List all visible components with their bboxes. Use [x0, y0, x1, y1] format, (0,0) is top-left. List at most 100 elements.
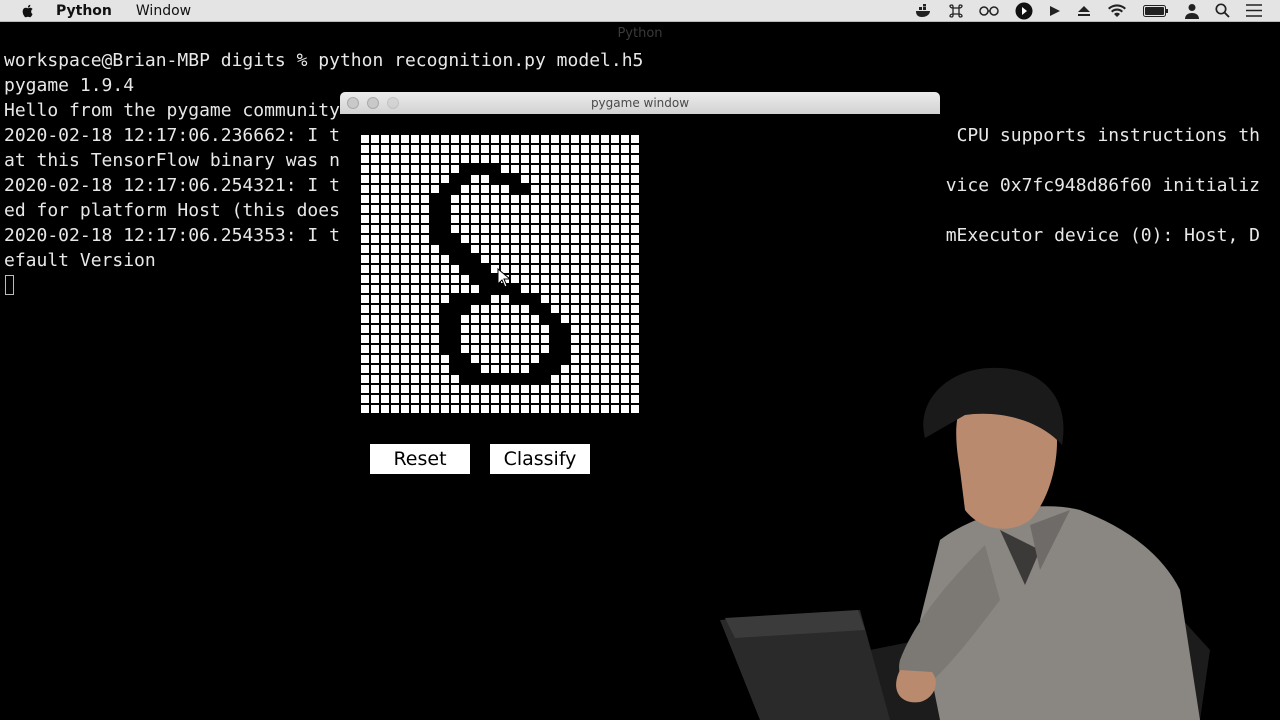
grid-cell[interactable]	[510, 384, 520, 394]
grid-cell[interactable]	[540, 384, 550, 394]
grid-cell[interactable]	[480, 164, 490, 174]
grid-cell[interactable]	[610, 274, 620, 284]
grid-cell[interactable]	[500, 204, 510, 214]
grid-cell[interactable]	[580, 174, 590, 184]
grid-cell[interactable]	[440, 184, 450, 194]
grid-cell[interactable]	[550, 254, 560, 264]
grid-cell[interactable]	[420, 314, 430, 324]
grid-cell[interactable]	[610, 324, 620, 334]
grid-cell[interactable]	[360, 144, 370, 154]
grid-cell[interactable]	[500, 404, 510, 414]
grid-cell[interactable]	[440, 344, 450, 354]
grid-cell[interactable]	[620, 184, 630, 194]
grid-cell[interactable]	[380, 214, 390, 224]
grid-cell[interactable]	[480, 404, 490, 414]
grid-cell[interactable]	[390, 384, 400, 394]
grid-cell[interactable]	[410, 224, 420, 234]
grid-cell[interactable]	[490, 394, 500, 404]
grid-cell[interactable]	[400, 234, 410, 244]
grid-cell[interactable]	[360, 364, 370, 374]
grid-cell[interactable]	[360, 344, 370, 354]
grid-cell[interactable]	[620, 384, 630, 394]
grid-cell[interactable]	[390, 184, 400, 194]
grid-cell[interactable]	[450, 214, 460, 224]
grid-cell[interactable]	[590, 334, 600, 344]
grid-cell[interactable]	[450, 134, 460, 144]
grid-cell[interactable]	[580, 384, 590, 394]
docker-icon[interactable]	[915, 3, 933, 18]
grid-cell[interactable]	[380, 164, 390, 174]
grid-cell[interactable]	[390, 324, 400, 334]
grid-cell[interactable]	[390, 314, 400, 324]
grid-cell[interactable]	[510, 144, 520, 154]
classify-button[interactable]: Classify	[490, 444, 590, 474]
grid-cell[interactable]	[440, 164, 450, 174]
grid-cell[interactable]	[630, 304, 640, 314]
grid-cell[interactable]	[440, 364, 450, 374]
grid-cell[interactable]	[500, 254, 510, 264]
grid-cell[interactable]	[400, 204, 410, 214]
grid-cell[interactable]	[590, 324, 600, 334]
grid-cell[interactable]	[360, 234, 370, 244]
grid-cell[interactable]	[530, 284, 540, 294]
grid-cell[interactable]	[620, 254, 630, 264]
grid-cell[interactable]	[570, 254, 580, 264]
grid-cell[interactable]	[460, 244, 470, 254]
grid-cell[interactable]	[370, 304, 380, 314]
grid-cell[interactable]	[610, 164, 620, 174]
grid-cell[interactable]	[550, 204, 560, 214]
grid-cell[interactable]	[380, 404, 390, 414]
grid-cell[interactable]	[510, 184, 520, 194]
grid-cell[interactable]	[460, 294, 470, 304]
grid-cell[interactable]	[630, 324, 640, 334]
grid-cell[interactable]	[410, 284, 420, 294]
grid-cell[interactable]	[540, 164, 550, 174]
grid-cell[interactable]	[430, 164, 440, 174]
grid-cell[interactable]	[500, 304, 510, 314]
grid-cell[interactable]	[530, 204, 540, 214]
grid-cell[interactable]	[380, 394, 390, 404]
grid-cell[interactable]	[400, 344, 410, 354]
grid-cell[interactable]	[620, 144, 630, 154]
grid-cell[interactable]	[380, 384, 390, 394]
grid-cell[interactable]	[440, 324, 450, 334]
grid-cell[interactable]	[630, 384, 640, 394]
grid-cell[interactable]	[480, 254, 490, 264]
grid-cell[interactable]	[600, 294, 610, 304]
grid-cell[interactable]	[470, 214, 480, 224]
grid-cell[interactable]	[390, 214, 400, 224]
grid-cell[interactable]	[420, 334, 430, 344]
grid-cell[interactable]	[370, 384, 380, 394]
grid-cell[interactable]	[570, 354, 580, 364]
grid-cell[interactable]	[600, 174, 610, 184]
grid-cell[interactable]	[550, 174, 560, 184]
grid-cell[interactable]	[530, 404, 540, 414]
grid-cell[interactable]	[580, 344, 590, 354]
grid-cell[interactable]	[500, 314, 510, 324]
grid-cell[interactable]	[530, 184, 540, 194]
grid-cell[interactable]	[490, 174, 500, 184]
grid-cell[interactable]	[410, 214, 420, 224]
grid-cell[interactable]	[580, 324, 590, 334]
grid-cell[interactable]	[520, 274, 530, 284]
grid-cell[interactable]	[370, 364, 380, 374]
grid-cell[interactable]	[610, 184, 620, 194]
grid-cell[interactable]	[390, 354, 400, 364]
grid-cell[interactable]	[380, 344, 390, 354]
grid-cell[interactable]	[460, 324, 470, 334]
grid-cell[interactable]	[510, 394, 520, 404]
grid-cell[interactable]	[540, 354, 550, 364]
grid-cell[interactable]	[470, 334, 480, 344]
grid-cell[interactable]	[570, 374, 580, 384]
grid-cell[interactable]	[620, 234, 630, 244]
grid-cell[interactable]	[420, 164, 430, 174]
app-name[interactable]: Python	[56, 3, 112, 19]
grid-cell[interactable]	[490, 234, 500, 244]
grid-cell[interactable]	[520, 194, 530, 204]
grid-cell[interactable]	[450, 374, 460, 384]
grid-cell[interactable]	[380, 174, 390, 184]
grid-cell[interactable]	[530, 374, 540, 384]
apple-icon[interactable]	[20, 3, 36, 19]
grid-cell[interactable]	[570, 134, 580, 144]
user-icon[interactable]	[1185, 3, 1199, 19]
